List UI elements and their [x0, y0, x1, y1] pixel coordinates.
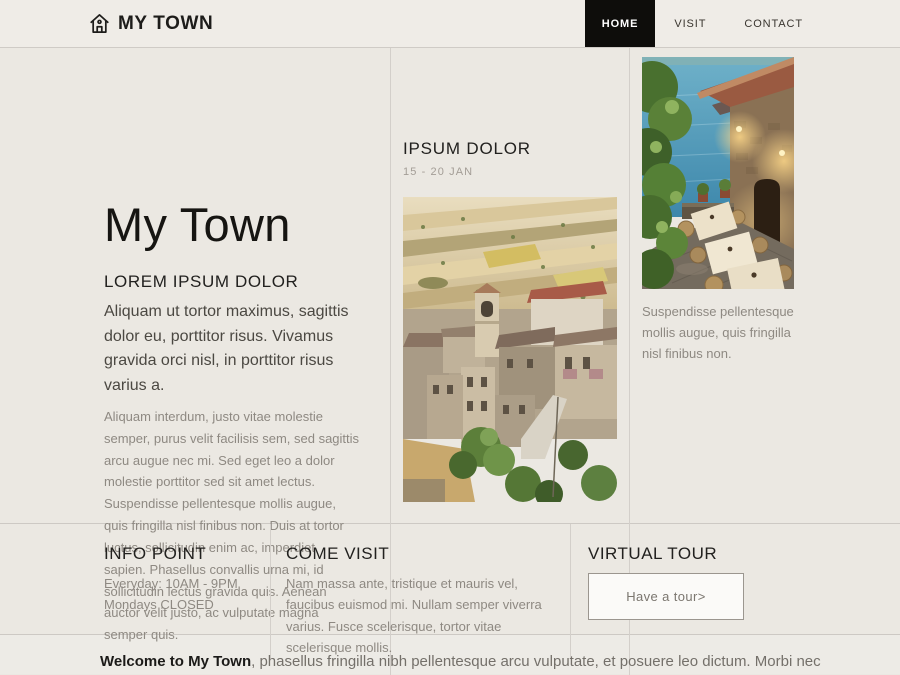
hillside-town-photo [403, 197, 617, 502]
nav-contact-label: CONTACT [744, 18, 803, 30]
page-title: My Town [104, 200, 360, 251]
come-visit-text: Nam massa ante, tristique et mauris vel,… [286, 573, 550, 659]
event-title: IPSUM DOLOR [403, 139, 617, 159]
nav-item-home[interactable]: HOME [585, 0, 656, 47]
main-nav: HOME VISIT CONTACT [585, 0, 822, 47]
main-content: My Town LOREM IPSUM DOLOR Aliquam ut tor… [0, 48, 900, 523]
footer-welcome-bold: Welcome to My Town [100, 653, 251, 670]
info-point-section: INFO POINT Everyday: 10AM - 9PM Mondays … [0, 524, 270, 659]
intro-lead-paragraph: Aliquam ut tortor maximus, sagittis dolo… [104, 300, 360, 399]
nav-item-contact[interactable]: CONTACT [725, 0, 822, 47]
info-point-line-2: Mondays CLOSED [104, 594, 270, 615]
come-visit-title: COME VISIT [286, 544, 550, 564]
virtual-tour-section: VIRTUAL TOUR Have a tour> [570, 524, 900, 659]
aside-caption: Suspendisse pellentesque mollis augue, q… [642, 301, 804, 364]
nav-home-label: HOME [602, 18, 639, 30]
footer-welcome-text: , phasellus fringilla nibh pellentesque … [251, 653, 821, 670]
seaside-terrace-photo [642, 57, 794, 289]
nav-visit-label: VISIT [674, 18, 706, 30]
info-point-hours: Everyday: 10AM - 9PM Mondays CLOSED [104, 573, 270, 616]
come-visit-section: COME VISIT Nam massa ante, tristique et … [270, 524, 570, 659]
page: MY TOWN HOME VISIT CONTACT My Town LOREM… [0, 0, 900, 675]
brand-logo[interactable]: MY TOWN [88, 0, 213, 47]
nav-item-visit[interactable]: VISIT [655, 0, 725, 47]
intro-subtitle: LOREM IPSUM DOLOR [104, 272, 360, 292]
info-point-title: INFO POINT [104, 544, 270, 564]
info-band: INFO POINT Everyday: 10AM - 9PM Mondays … [0, 523, 900, 635]
header: MY TOWN HOME VISIT CONTACT [0, 0, 900, 48]
brand-name: MY TOWN [118, 13, 213, 35]
virtual-tour-title: VIRTUAL TOUR [588, 544, 900, 564]
event-date: 15 - 20 JAN [403, 166, 617, 178]
house-icon [88, 12, 111, 35]
info-point-line-1: Everyday: 10AM - 9PM [104, 573, 270, 594]
have-a-tour-button[interactable]: Have a tour> [588, 573, 744, 620]
